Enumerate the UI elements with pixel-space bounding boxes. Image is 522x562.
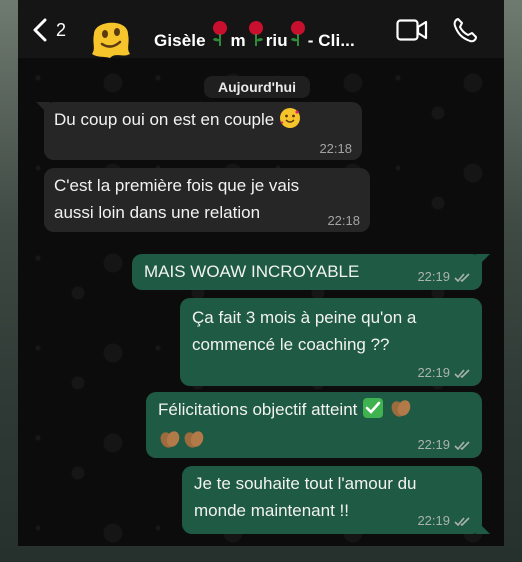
message-time: 22:19 (417, 366, 472, 382)
rose-emoji (210, 21, 230, 50)
message-time: 22:19 (417, 438, 472, 454)
clapping-hands-emoji (389, 397, 413, 427)
message-text-line: commencé le coaching ?? (192, 335, 390, 354)
chat-header: 2 Gisèle m riu - Cli... (18, 0, 504, 60)
clapping-hands-emoji (182, 428, 206, 458)
date-separator: Aujourd'hui (204, 76, 310, 98)
contact-name[interactable]: Gisèle m riu - Cli... (154, 20, 355, 51)
message-time: 22:18 (327, 213, 360, 228)
unread-count[interactable]: 2 (56, 20, 66, 41)
avatar[interactable] (86, 12, 136, 60)
smiling-face-hearts-emoji (279, 107, 301, 137)
double-check-icon (454, 516, 472, 530)
rose-emoji (246, 21, 266, 50)
melting-face-emoji (92, 22, 130, 59)
message-text-line: Ça fait 3 mois à peine qu'on a (192, 308, 417, 327)
message-time: 22:19 (417, 514, 472, 530)
check-mark-emoji (362, 397, 384, 427)
phone-call-icon[interactable] (452, 17, 478, 43)
message-bubble-incoming[interactable]: Du coup oui on est en couple 22:18 (44, 102, 362, 160)
rose-emoji (288, 21, 308, 50)
double-check-icon (454, 368, 472, 382)
message-text: Du coup oui on est en couple (54, 110, 275, 129)
double-check-icon (454, 272, 472, 286)
message-bubble-outgoing[interactable]: MAIS WOAW INCROYABLE 22:19 (132, 254, 482, 290)
message-bubble-outgoing[interactable]: Je te souhaite tout l'amour du monde mai… (182, 466, 482, 534)
message-text-line: C'est la première fois que je vais (54, 176, 300, 195)
message-text: MAIS WOAW INCROYABLE (144, 262, 360, 281)
double-check-icon (454, 440, 472, 454)
back-chevron-icon[interactable] (32, 18, 48, 44)
message-text-line: aussi loin dans une relation (54, 203, 261, 222)
clapping-hands-emoji (158, 428, 182, 458)
message-text-line: Je te souhaite tout l'amour du (194, 474, 417, 493)
message-time: 22:19 (417, 270, 472, 286)
video-call-icon[interactable] (396, 19, 428, 41)
message-bubble-outgoing[interactable]: Félicitations objectif atteint 22:19 (146, 392, 482, 458)
message-time: 22:18 (319, 141, 352, 156)
phone-screen: 2 Gisèle m riu - Cli... Aujourd'hui Du cou… (18, 0, 504, 546)
message-text: Félicitations objectif atteint (158, 400, 358, 419)
message-bubble-outgoing[interactable]: Ça fait 3 mois à peine qu'on a commencé … (180, 298, 482, 386)
message-bubble-incoming[interactable]: C'est la première fois que je vais aussi… (44, 168, 370, 232)
